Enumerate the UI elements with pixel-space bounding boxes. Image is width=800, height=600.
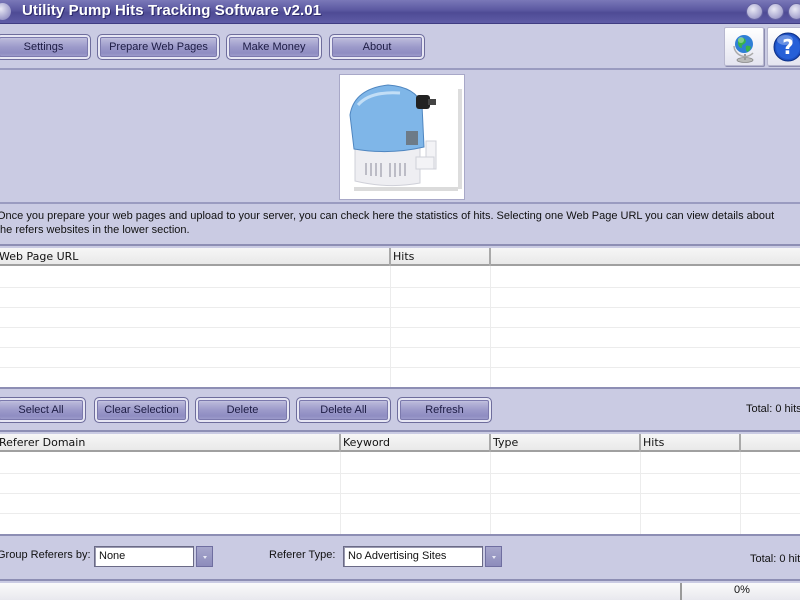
minimize-button[interactable]: [746, 3, 763, 20]
window-title: Utility Pump Hits Tracking Software v2.0…: [22, 2, 322, 19]
help-button[interactable]: ?: [767, 27, 800, 66]
group-referers-select[interactable]: None: [94, 546, 194, 567]
web-pages-header: Web Page URL Hits: [0, 248, 800, 266]
column-hits[interactable]: Hits: [391, 248, 491, 266]
list-row[interactable]: [0, 474, 800, 494]
list-row[interactable]: [0, 328, 800, 348]
column-keyword[interactable]: Keyword: [341, 434, 491, 452]
group-referers-label: Group Referers by:: [0, 549, 91, 561]
column-web-page-url[interactable]: Web Page URL: [0, 248, 391, 266]
list-row[interactable]: [0, 454, 800, 474]
delete-button[interactable]: Delete: [195, 397, 290, 423]
column-hits[interactable]: Hits: [641, 434, 741, 452]
status-panel: [0, 583, 682, 600]
column-type[interactable]: Type: [491, 434, 641, 452]
select-all-button[interactable]: Select All: [0, 397, 86, 423]
referers-list[interactable]: Referer Domain Keyword Type Hits: [0, 434, 800, 534]
referers-total-hits: Total: 0 hits: [750, 553, 800, 565]
progress-text: 0%: [734, 584, 750, 596]
info-text: Once you prepare your web pages and uplo…: [0, 210, 775, 236]
list-row[interactable]: [0, 494, 800, 514]
list-row[interactable]: [0, 308, 800, 328]
refresh-button[interactable]: Refresh: [397, 397, 492, 423]
column-filler: [491, 248, 800, 266]
list-row[interactable]: [0, 268, 800, 288]
clear-selection-button[interactable]: Clear Selection: [94, 397, 189, 423]
web-pages-list[interactable]: Web Page URL Hits: [0, 248, 800, 387]
app-window: Utility Pump Hits Tracking Software v2.0…: [0, 0, 800, 600]
web-button[interactable]: [724, 27, 764, 66]
prepare-web-pages-button[interactable]: Prepare Web Pages: [97, 34, 220, 60]
referer-type-dropdown-icon[interactable]: [485, 546, 502, 567]
svg-text:?: ?: [782, 35, 794, 59]
info-panel: Once you prepare your web pages and uplo…: [0, 206, 800, 246]
group-referers-dropdown-icon[interactable]: [196, 546, 213, 567]
status-bar: 0%: [0, 583, 800, 600]
list-row[interactable]: [0, 288, 800, 308]
banner-panel: [0, 72, 800, 204]
main-toolbar: Settings Prepare Web Pages Make Money Ab…: [0, 25, 800, 70]
pages-total-hits: Total: 0 hits: [746, 403, 800, 415]
referers-header: Referer Domain Keyword Type Hits: [0, 434, 800, 452]
list-row[interactable]: [0, 348, 800, 368]
make-money-button[interactable]: Make Money: [226, 34, 322, 60]
pump-image-icon: [349, 84, 462, 191]
settings-button[interactable]: Settings: [0, 34, 91, 60]
app-menu-icon[interactable]: [0, 3, 11, 20]
delete-all-button[interactable]: Delete All: [296, 397, 391, 423]
referer-type-select[interactable]: No Advertising Sites: [343, 546, 483, 567]
title-bar[interactable]: Utility Pump Hits Tracking Software v2.0…: [0, 0, 800, 24]
close-button[interactable]: [788, 3, 800, 20]
referer-type-label: Referer Type:: [269, 549, 336, 561]
about-button[interactable]: About: [329, 34, 425, 60]
globe-icon: [733, 35, 754, 63]
actions-toolbar: Select All Clear Selection Delete Delete…: [0, 387, 800, 432]
column-referer-domain[interactable]: Referer Domain: [0, 434, 341, 452]
product-image: [339, 74, 465, 200]
help-icon: ?: [773, 32, 800, 62]
maximize-button[interactable]: [767, 3, 784, 20]
filter-bar: Group Referers by: None Referer Type: No…: [0, 534, 800, 581]
column-filler: [741, 434, 800, 452]
